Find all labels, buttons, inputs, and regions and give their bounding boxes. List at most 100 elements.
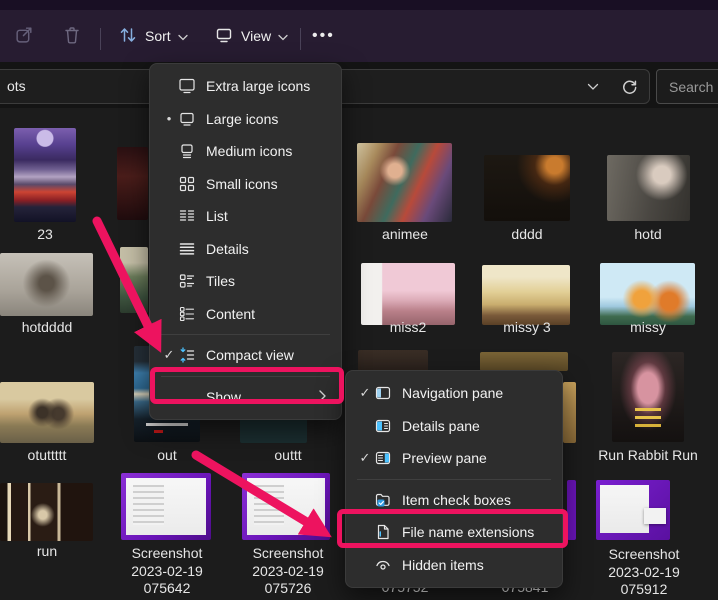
file-name-label[interactable]: dddd bbox=[462, 226, 592, 244]
show-submenu-item-navigation-pane[interactable]: ✓Navigation pane bbox=[346, 377, 562, 410]
menu-separator bbox=[357, 479, 551, 480]
file-tile[interactable] bbox=[361, 263, 455, 325]
view-icon bbox=[214, 25, 234, 48]
view-menu-item-show[interactable]: Show bbox=[150, 381, 341, 414]
file-tile[interactable] bbox=[612, 352, 684, 442]
command-toolbar: Sort View ••• bbox=[0, 10, 718, 62]
file-name-label[interactable]: missy 3 bbox=[462, 319, 592, 337]
file-name-label[interactable]: animee bbox=[340, 226, 470, 244]
monitor-xl-icon bbox=[178, 77, 196, 95]
share-button[interactable] bbox=[8, 18, 41, 54]
address-dropdown-button[interactable] bbox=[579, 76, 607, 98]
file-name-line: dddd bbox=[462, 226, 592, 244]
sort-button[interactable]: Sort bbox=[112, 18, 194, 54]
view-menu-item-tiles[interactable]: Tiles bbox=[150, 265, 341, 298]
file-name-label[interactable]: Screenshot2023-02-19075642 bbox=[102, 545, 232, 598]
file-ext-icon bbox=[374, 523, 392, 541]
file-name-line: 23 bbox=[0, 226, 110, 244]
file-tile[interactable] bbox=[0, 382, 94, 443]
file-tile[interactable] bbox=[0, 483, 93, 541]
file-tile[interactable] bbox=[607, 155, 690, 221]
file-name-label[interactable]: 23 bbox=[0, 226, 110, 244]
chevron-down-icon bbox=[178, 28, 188, 44]
file-name-label[interactable]: outtt bbox=[223, 447, 353, 465]
file-thumbnail-partial bbox=[563, 382, 576, 443]
menu-item-label: Details bbox=[206, 241, 249, 257]
grid-sm-icon bbox=[178, 175, 196, 193]
view-menu-item-medium-icons[interactable]: Medium icons bbox=[150, 135, 341, 168]
menu-item-label: Item check boxes bbox=[402, 492, 511, 508]
view-menu-item-extra-large-icons[interactable]: Extra large icons bbox=[150, 70, 341, 103]
toolbar-separator bbox=[300, 28, 301, 50]
view-menu-item-large-icons[interactable]: •Large icons bbox=[150, 103, 341, 136]
file-name-line: 2023-02-19 bbox=[223, 563, 353, 581]
address-row: ots bbox=[0, 62, 718, 108]
file-name-line: Screenshot bbox=[102, 545, 232, 563]
no-icon bbox=[178, 388, 196, 406]
menu-item-label: Extra large icons bbox=[206, 78, 310, 94]
view-menu-item-compact-view[interactable]: ✓Compact view bbox=[150, 339, 341, 372]
view-menu-item-content[interactable]: Content bbox=[150, 298, 341, 331]
file-tile[interactable] bbox=[482, 265, 570, 325]
toolbar-separator bbox=[100, 28, 101, 50]
show-submenu-item-item-check-boxes[interactable]: Item check boxes bbox=[346, 484, 562, 517]
file-thumbnail-partial bbox=[117, 147, 148, 220]
check-boxes-icon bbox=[374, 491, 392, 509]
file-tile[interactable] bbox=[484, 155, 570, 221]
file-name-label[interactable]: otuttttt bbox=[0, 447, 112, 465]
monitor-md-icon bbox=[178, 142, 196, 160]
file-tile[interactable] bbox=[600, 263, 695, 325]
file-name-line: Run Rabbit Run bbox=[583, 447, 713, 465]
see-more-button[interactable]: ••• bbox=[306, 18, 341, 54]
file-tile[interactable] bbox=[242, 473, 330, 540]
file-name-label[interactable]: Run Rabbit Run bbox=[583, 447, 713, 465]
menu-item-label: Small icons bbox=[206, 176, 278, 192]
menu-item-label: Navigation pane bbox=[402, 385, 503, 401]
delete-button[interactable] bbox=[56, 18, 88, 54]
compact-icon bbox=[178, 346, 196, 364]
file-tile[interactable] bbox=[0, 253, 93, 316]
view-button-label: View bbox=[241, 28, 271, 44]
file-name-line: 075726 bbox=[223, 580, 353, 598]
file-thumbnail-partial bbox=[120, 247, 148, 313]
file-name-line: miss2 bbox=[343, 319, 473, 337]
file-name-line: outtt bbox=[223, 447, 353, 465]
view-menu-item-details[interactable]: Details bbox=[150, 233, 341, 266]
menu-item-label: Large icons bbox=[206, 111, 278, 127]
file-name-label[interactable]: Screenshot2023-02-19075726 bbox=[223, 545, 353, 598]
preview-pane-icon bbox=[374, 449, 392, 467]
view-menu-item-list[interactable]: List bbox=[150, 200, 341, 233]
show-submenu-item-hidden-items[interactable]: Hidden items bbox=[346, 549, 562, 582]
show-submenu-item-preview-pane[interactable]: ✓Preview pane bbox=[346, 442, 562, 475]
file-name-line: out bbox=[102, 447, 232, 465]
menu-item-label: File name extensions bbox=[402, 524, 534, 540]
show-submenu-item-file-name-extensions[interactable]: File name extensions bbox=[346, 516, 562, 549]
search-box[interactable] bbox=[656, 69, 718, 104]
file-tile[interactable] bbox=[596, 480, 670, 540]
menu-separator bbox=[161, 334, 330, 335]
file-name-label[interactable]: hotd bbox=[583, 226, 713, 244]
trash-icon bbox=[62, 25, 82, 48]
menu-item-label: Medium icons bbox=[206, 143, 292, 159]
share-icon bbox=[14, 24, 35, 48]
search-input[interactable] bbox=[657, 70, 718, 103]
file-name-line: otuttttt bbox=[0, 447, 112, 465]
view-button[interactable]: View bbox=[208, 18, 294, 54]
sort-icon bbox=[118, 25, 138, 48]
file-tile[interactable] bbox=[357, 143, 452, 222]
menu-item-label: Details pane bbox=[402, 418, 480, 434]
refresh-icon[interactable] bbox=[615, 76, 643, 98]
file-name-label[interactable]: out bbox=[102, 447, 232, 465]
file-name-label[interactable]: run bbox=[0, 543, 112, 561]
file-name-label[interactable]: Screenshot2023-02-19075912 bbox=[579, 546, 709, 599]
file-tile[interactable] bbox=[14, 128, 76, 222]
file-tile[interactable] bbox=[121, 473, 211, 540]
file-name-line: 2023-02-19 bbox=[579, 564, 709, 582]
view-menu-item-small-icons[interactable]: Small icons bbox=[150, 168, 341, 201]
file-name-line: missy bbox=[583, 319, 713, 337]
file-name-label[interactable]: hotdddd bbox=[0, 319, 112, 337]
file-name-line: animee bbox=[340, 226, 470, 244]
file-name-label[interactable]: miss2 bbox=[343, 319, 473, 337]
show-submenu-item-details-pane[interactable]: Details pane bbox=[346, 410, 562, 443]
file-name-label[interactable]: missy bbox=[583, 319, 713, 337]
